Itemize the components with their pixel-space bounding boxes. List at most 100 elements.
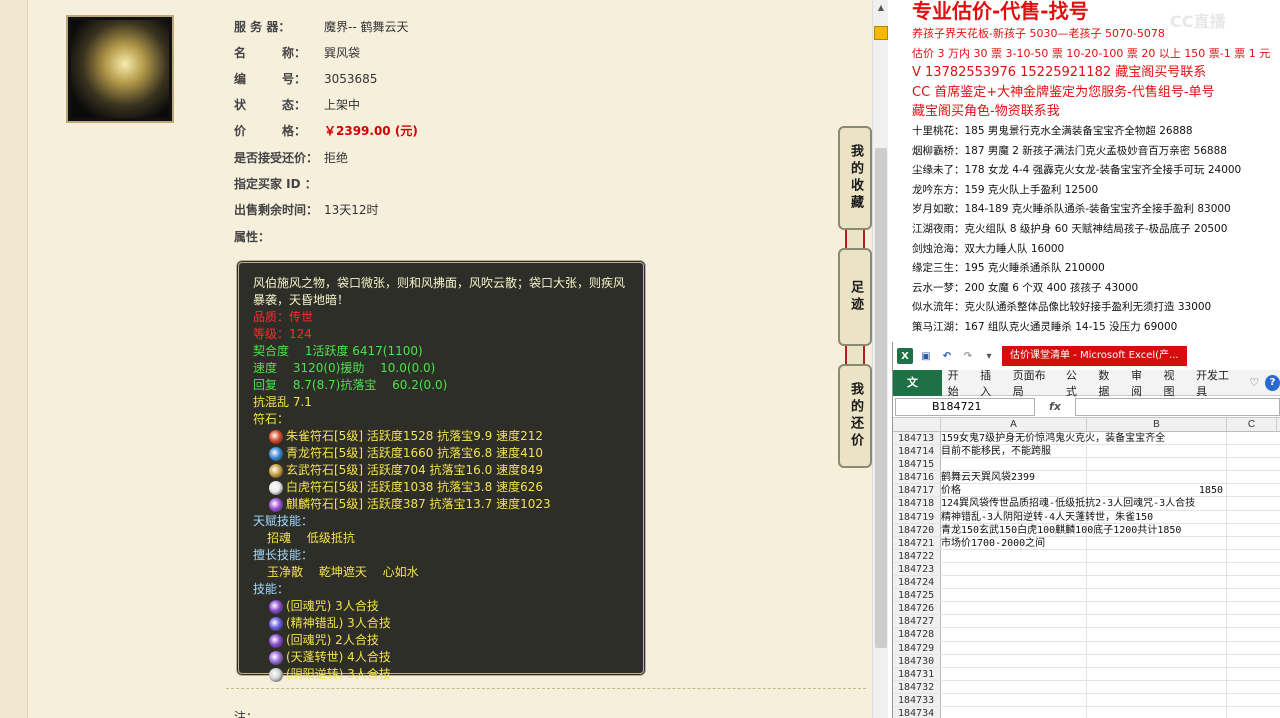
- spreadsheet-grid[interactable]: A B C 184713 159女鬼7级护身无价惊鸿鬼火克火，装备宝宝齐全 1847…: [893, 418, 1280, 718]
- cell-b[interactable]: [1087, 549, 1227, 562]
- cell-b[interactable]: [1087, 706, 1227, 718]
- table-row[interactable]: 184717 价格 1850: [893, 484, 1280, 498]
- cell-a[interactable]: [941, 680, 1087, 693]
- rune-item[interactable]: 麒麟符石[5级] 活跃度387 抗落宝13.7 速度1023: [253, 496, 629, 513]
- table-row[interactable]: 184732: [893, 680, 1280, 694]
- undo-icon[interactable]: ↶: [939, 348, 955, 364]
- cell-a[interactable]: 精神错乱-3人阴阳逆转-4人天蓬转世，朱雀150: [941, 510, 1153, 523]
- table-row[interactable]: 184731: [893, 667, 1280, 681]
- cell-b[interactable]: 1850: [1087, 484, 1227, 497]
- my-bargain-tab[interactable]: 我的还价: [838, 364, 872, 468]
- cell-c[interactable]: [1227, 471, 1277, 483]
- row-number[interactable]: 184730: [893, 654, 941, 667]
- cell-b[interactable]: [1087, 680, 1227, 693]
- table-row[interactable]: 184722: [893, 549, 1280, 563]
- cell-c[interactable]: [1227, 484, 1277, 496]
- cell-b[interactable]: [1087, 615, 1227, 628]
- rune-item[interactable]: 朱雀符石[5级] 活跃度1528 抗落宝9.9 速度212: [253, 428, 629, 445]
- cell-c[interactable]: [1227, 524, 1277, 536]
- row-number[interactable]: 184729: [893, 641, 941, 654]
- cell-a[interactable]: 159女鬼7级护身无价惊鸿鬼火克火，装备宝宝齐全: [941, 432, 1165, 445]
- table-row[interactable]: 184729: [893, 641, 1280, 655]
- cell-a[interactable]: [941, 602, 1087, 615]
- scroll-up-icon[interactable]: ▲: [873, 0, 888, 16]
- cell-a[interactable]: 价格: [941, 484, 1087, 497]
- cell-c[interactable]: [1227, 589, 1277, 601]
- cell-a[interactable]: [941, 628, 1087, 641]
- cell-b[interactable]: [1087, 602, 1227, 615]
- cell-c[interactable]: [1227, 576, 1277, 588]
- cell-c[interactable]: [1227, 445, 1277, 457]
- row-number[interactable]: 184715: [893, 458, 941, 471]
- skill-item[interactable]: (回魂咒) 2人合技: [253, 632, 629, 649]
- redo-icon[interactable]: ↷: [960, 348, 976, 364]
- table-row[interactable]: 184715: [893, 458, 1280, 472]
- cell-b[interactable]: [1087, 458, 1227, 471]
- cell-a[interactable]: 鹤舞云天巽风袋2399: [941, 471, 1087, 484]
- table-row[interactable]: 184726: [893, 602, 1280, 616]
- footprints-tab[interactable]: 足迹: [838, 248, 872, 346]
- table-row[interactable]: 184727: [893, 615, 1280, 629]
- table-row[interactable]: 184733: [893, 693, 1280, 707]
- cell-a[interactable]: [941, 576, 1087, 589]
- row-number[interactable]: 184723: [893, 562, 941, 576]
- quick-access-dropdown-icon[interactable]: ▾: [981, 348, 997, 364]
- cell-a[interactable]: [941, 589, 1087, 602]
- fx-icon[interactable]: fx: [1035, 400, 1075, 413]
- cell-c[interactable]: [1227, 628, 1277, 640]
- cell-b[interactable]: [1087, 471, 1227, 484]
- cell-c[interactable]: [1227, 668, 1277, 680]
- cell-c[interactable]: [1227, 694, 1277, 706]
- ribbon-collapse-icon[interactable]: ♡: [1243, 376, 1265, 389]
- name-box[interactable]: B184721: [895, 397, 1035, 416]
- row-number[interactable]: 184732: [893, 680, 941, 693]
- column-header-c[interactable]: C: [1227, 418, 1277, 431]
- skill-item[interactable]: (天蓬转世) 4人合技: [253, 649, 629, 666]
- cell-b[interactable]: [1087, 497, 1227, 510]
- row-number[interactable]: 184720: [893, 523, 941, 536]
- select-all-corner[interactable]: [893, 418, 941, 431]
- cell-c[interactable]: [1227, 497, 1277, 509]
- cell-b[interactable]: [1087, 576, 1227, 589]
- cell-b[interactable]: [1087, 693, 1227, 706]
- table-row[interactable]: 184713 159女鬼7级护身无价惊鸿鬼火克火，装备宝宝齐全: [893, 432, 1280, 446]
- rune-item[interactable]: 青龙符石[5级] 活跃度1660 抗落宝6.8 速度410: [253, 445, 629, 462]
- formula-input[interactable]: [1075, 397, 1280, 416]
- skill-item[interactable]: (回魂咒) 3人合技: [253, 598, 629, 615]
- table-row[interactable]: 184718 124巽风袋传世品质招魂-低级抵抗2-3人回魂咒-3人合技: [893, 497, 1280, 511]
- cell-a[interactable]: [941, 706, 1087, 718]
- rune-item[interactable]: 玄武符石[5级] 活跃度704 抗落宝16.0 速度849: [253, 462, 629, 479]
- cell-a[interactable]: [941, 667, 1087, 680]
- table-row[interactable]: 184714 目前不能移民，不能跨服: [893, 445, 1280, 459]
- row-number[interactable]: 184731: [893, 667, 941, 680]
- table-row[interactable]: 184725: [893, 589, 1280, 603]
- cell-b[interactable]: [1087, 432, 1227, 445]
- cell-a[interactable]: [941, 549, 1087, 562]
- cell-b[interactable]: [1087, 628, 1227, 641]
- table-row[interactable]: 184720 青龙150玄武150白虎100麒麟100底子1200共计1850: [893, 523, 1280, 537]
- column-header-a[interactable]: A: [941, 418, 1087, 431]
- excel-app-icon[interactable]: X: [897, 348, 913, 364]
- cell-c[interactable]: [1227, 432, 1277, 444]
- cell-c[interactable]: [1227, 681, 1277, 693]
- cell-c[interactable]: [1227, 563, 1277, 575]
- row-number[interactable]: 184726: [893, 602, 941, 615]
- table-row[interactable]: 184728: [893, 628, 1280, 642]
- tab-page-layout[interactable]: 页面布局: [1007, 367, 1060, 399]
- page-scrollbar[interactable]: ▲: [872, 0, 888, 718]
- column-header-b[interactable]: B: [1087, 418, 1227, 431]
- skill-item[interactable]: (阴阳逆转) 3人合技: [253, 666, 629, 683]
- table-row[interactable]: 184734: [893, 706, 1280, 718]
- cell-c[interactable]: [1227, 615, 1277, 627]
- cell-c[interactable]: [1227, 642, 1277, 654]
- table-row[interactable]: 184724: [893, 576, 1280, 590]
- row-number[interactable]: 184727: [893, 615, 941, 628]
- tab-home[interactable]: 开始: [942, 367, 975, 399]
- row-number[interactable]: 184721: [893, 536, 941, 549]
- tab-developer[interactable]: 开发工具: [1190, 367, 1243, 399]
- cell-c[interactable]: [1227, 458, 1277, 470]
- row-number[interactable]: 184719: [893, 510, 941, 523]
- tab-formulas[interactable]: 公式: [1060, 367, 1093, 399]
- cell-a[interactable]: [941, 562, 1087, 576]
- cell-b[interactable]: [1087, 667, 1227, 680]
